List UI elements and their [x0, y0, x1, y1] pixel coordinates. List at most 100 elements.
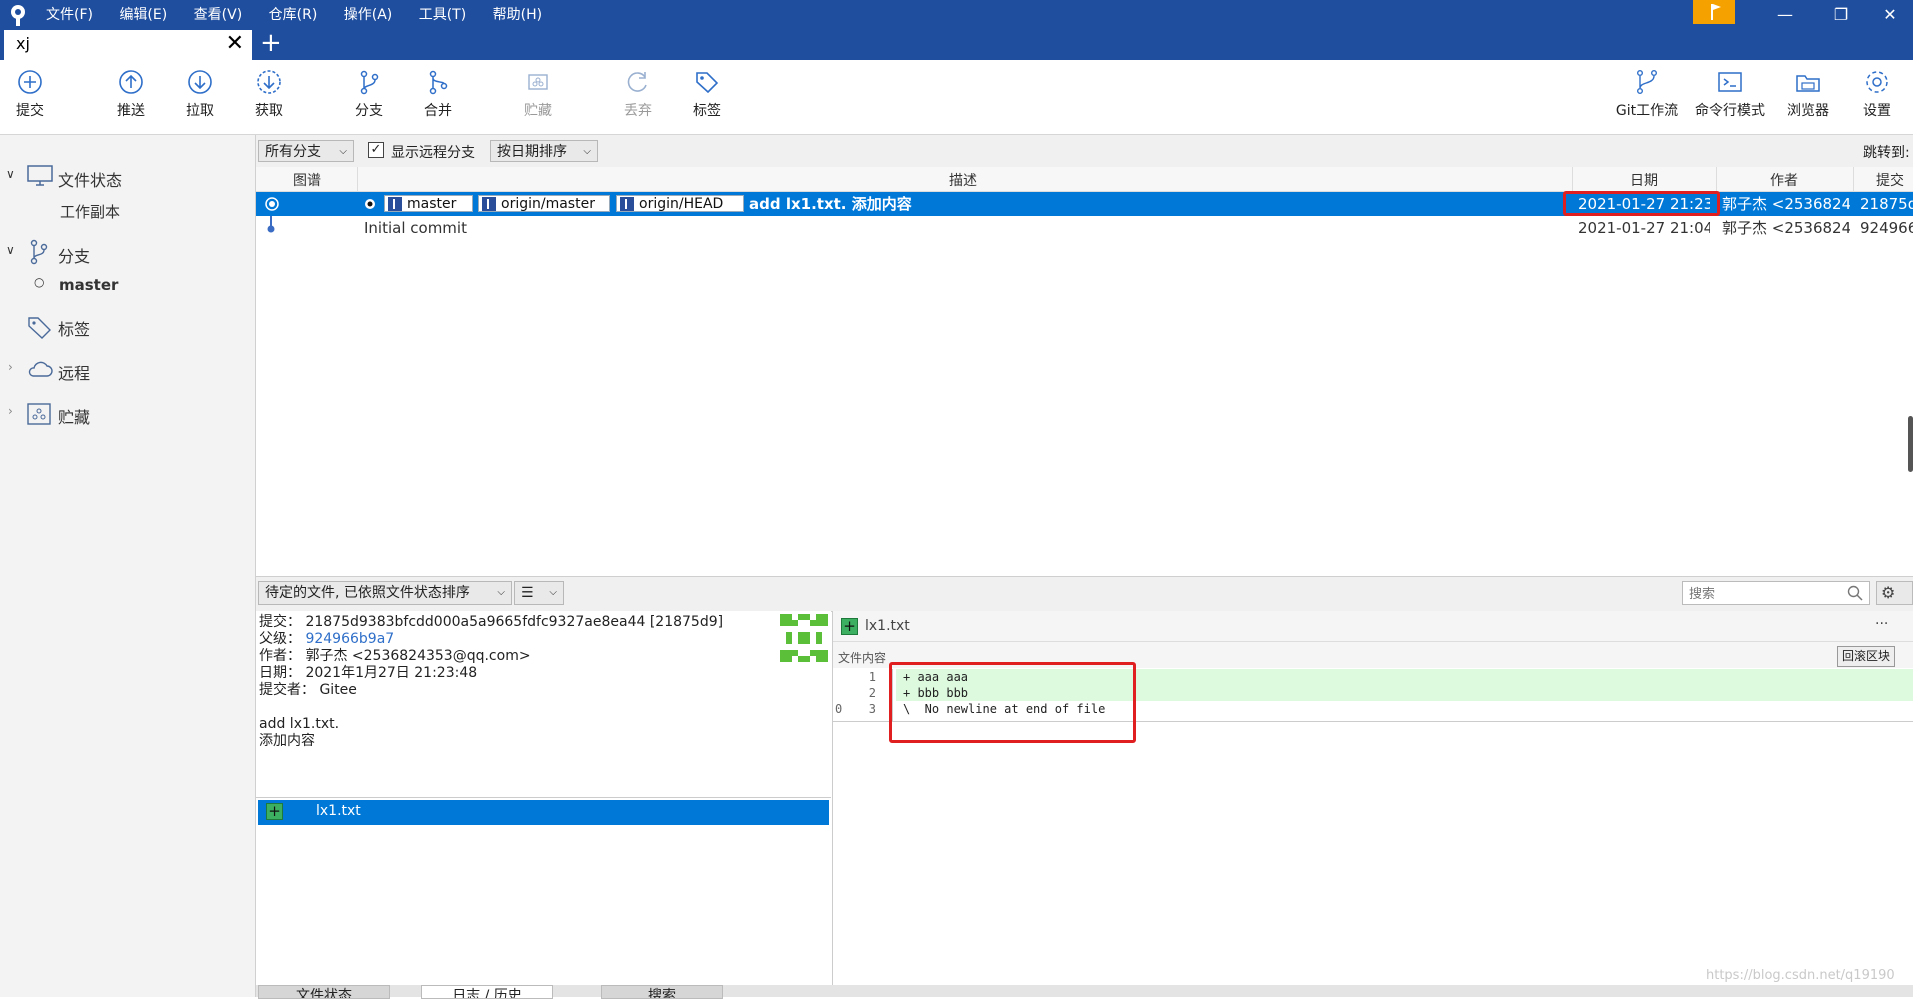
tag-icon	[28, 317, 51, 339]
search-box[interactable]	[1682, 581, 1870, 605]
menu-view[interactable]: 查看(V)	[194, 0, 243, 30]
restore-button[interactable]: ❐	[1818, 0, 1864, 30]
settings-button[interactable]: 设置	[1847, 68, 1907, 120]
merge-icon	[429, 70, 448, 95]
commit-row[interactable]: Initial commit 2021-01-27 21:04 郭子杰 <253…	[256, 216, 1913, 240]
highlight-box	[1563, 191, 1720, 216]
chevron-down-icon[interactable]: ∨	[6, 167, 15, 181]
tag-button[interactable]: 标签	[677, 68, 737, 120]
scrollbar-thumb[interactable]	[1908, 416, 1913, 472]
watermark: https://blog.csdn.net/q19190	[1706, 968, 1895, 983]
branch-filter-dropdown[interactable]: 所有分支 ⌵	[258, 140, 354, 162]
commit-button[interactable]: 提交	[0, 68, 60, 120]
more-options-icon[interactable]: ···	[1875, 616, 1888, 632]
git-flow-button[interactable]: Git工作流	[1609, 68, 1685, 120]
sidebar-branches[interactable]: 分支	[58, 243, 90, 267]
commit-author: 郭子杰 <2536824	[1722, 195, 1850, 213]
sidebar-file-status[interactable]: 文件状态	[58, 167, 122, 191]
sidebar-item-master[interactable]: master	[59, 276, 118, 294]
ref-label-origin-master[interactable]: origin/master	[478, 195, 610, 212]
branch-button[interactable]: 分支	[339, 68, 399, 120]
diff-file-name: lx1.txt	[865, 618, 910, 634]
menu-edit[interactable]: 编辑(E)	[119, 0, 167, 30]
graph-node-icon	[267, 225, 275, 233]
merge-button[interactable]: 合并	[408, 68, 468, 120]
tab-repository[interactable]: xj ✕	[4, 30, 252, 60]
minimize-button[interactable]: —	[1762, 0, 1808, 30]
stash-button[interactable]: 贮藏	[508, 68, 568, 120]
menu-repository[interactable]: 仓库(R)	[269, 0, 318, 30]
sidebar-item-working-copy[interactable]: 工作副本	[60, 201, 120, 222]
app-logo-icon	[11, 5, 25, 26]
chevron-down-icon: ⌵	[549, 587, 557, 598]
sidebar: ∨ 文件状态 工作副本 ∨ 分支 ○ master 标签 › 远程 › 贮藏	[0, 135, 256, 997]
lower-toolbar: 待定的文件, 已依照文件状态排序⌵ ☰⌵ ⚙	[256, 576, 1913, 612]
commit-hash: 21875d	[1860, 195, 1913, 213]
commit-sha[interactable]: 21875d9383bfcdd000a5a9665fdfc9327ae8ea44…	[305, 614, 723, 630]
new-tab-button[interactable]: +	[260, 28, 282, 58]
view-mode-dropdown[interactable]: ☰ ⌵	[514, 581, 564, 605]
terminal-icon	[1718, 72, 1742, 92]
menu-bar: 文件(F) 编辑(E) 查看(V) 仓库(R) 操作(A) 工具(T) 帮助(H…	[46, 0, 564, 30]
tab-strip	[0, 30, 1913, 60]
chevron-down-icon[interactable]: ∨	[6, 243, 15, 257]
jump-to-label[interactable]: 跳转到:	[1863, 142, 1910, 162]
close-tab-icon[interactable]: ✕	[226, 31, 244, 56]
avatar	[780, 614, 828, 662]
commit-message: add lx1.txt. 添加内容	[749, 195, 912, 213]
discard-button[interactable]: 丢弃	[608, 68, 668, 120]
settings-gear-dropdown[interactable]: ⚙	[1876, 581, 1913, 605]
pending-files-sort-dropdown[interactable]: 待定的文件, 已依照文件状态排序 ⌵	[258, 581, 512, 605]
terminal-button[interactable]: 命令行模式	[1690, 68, 1770, 120]
menu-actions[interactable]: 操作(A)	[344, 0, 393, 30]
parent-link[interactable]: 924966b9a7	[305, 631, 394, 647]
chevron-right-icon[interactable]: ›	[8, 360, 13, 374]
commit-hash: 924966	[1860, 219, 1913, 237]
graph-node-icon	[265, 197, 279, 211]
column-graph[interactable]: 图谱	[293, 170, 321, 190]
ref-label-origin-head[interactable]: origin/HEAD	[616, 195, 744, 212]
gear-icon: ⚙	[1881, 583, 1896, 602]
column-author[interactable]: 作者	[1770, 170, 1798, 190]
column-date[interactable]: 日期	[1630, 170, 1658, 190]
show-remote-checkbox[interactable]: ✓	[368, 142, 384, 158]
column-commit[interactable]: 提交	[1876, 170, 1904, 190]
commit-table-header: 图谱 描述 日期 作者 提交	[256, 167, 1913, 192]
head-marker-icon	[365, 199, 375, 209]
search-input[interactable]	[1687, 583, 1841, 605]
close-window-button[interactable]: ✕	[1867, 0, 1913, 30]
chevron-right-icon[interactable]: ›	[8, 404, 13, 418]
revert-hunk-button[interactable]: 回滚区块	[1837, 646, 1896, 667]
notification-flag-icon[interactable]	[1693, 0, 1735, 24]
sidebar-remotes[interactable]: 远程	[58, 360, 90, 384]
fetch-button[interactable]: 获取	[239, 68, 299, 120]
author-label: 作者：	[259, 648, 301, 664]
explorer-button[interactable]: 浏览器	[1778, 68, 1838, 120]
sort-dropdown[interactable]: 按日期排序 ⌵	[490, 140, 598, 162]
toolbar: 提交 推送 拉取 获取 分支 合并 贮藏 丢弃 标签 Git工作流 命令行模式	[0, 60, 1913, 135]
pull-button[interactable]: 拉取	[170, 68, 230, 120]
ref-label-master[interactable]: master	[384, 195, 473, 212]
bottom-tabs: 文件状态 日志 / 历史 搜索	[256, 985, 1913, 999]
changed-files-list: + lx1.txt	[256, 797, 831, 988]
push-button[interactable]: 推送	[101, 68, 161, 120]
column-description[interactable]: 描述	[949, 170, 977, 190]
sidebar-stashes[interactable]: 贮藏	[58, 404, 90, 428]
search-icon	[1847, 585, 1863, 601]
menu-tools[interactable]: 工具(T)	[419, 0, 466, 30]
current-branch-icon: ○	[34, 275, 45, 289]
monitor-icon	[27, 165, 53, 186]
menu-file[interactable]: 文件(F)	[46, 0, 93, 30]
commit-details: 提交： 21875d9383bfcdd000a5a9665fdfc9327ae8…	[256, 611, 831, 797]
list-icon: ☰	[521, 585, 534, 601]
menu-help[interactable]: 帮助(H)	[493, 0, 542, 30]
list-item[interactable]: + lx1.txt	[258, 800, 829, 825]
push-icon	[119, 70, 143, 94]
commit-author: 郭子杰 <2536824	[1722, 219, 1850, 237]
sidebar-tags[interactable]: 标签	[58, 316, 90, 340]
diff-pane: + lx1.txt ··· 文件内容 回滚区块 1 + aaa aaa 2 + …	[832, 611, 1913, 987]
file-name: lx1.txt	[316, 803, 361, 819]
commit-message-line: 添加内容	[259, 733, 315, 749]
author-value: 郭子杰 <2536824353@qq.com>	[305, 648, 531, 664]
discard-icon	[627, 72, 647, 92]
